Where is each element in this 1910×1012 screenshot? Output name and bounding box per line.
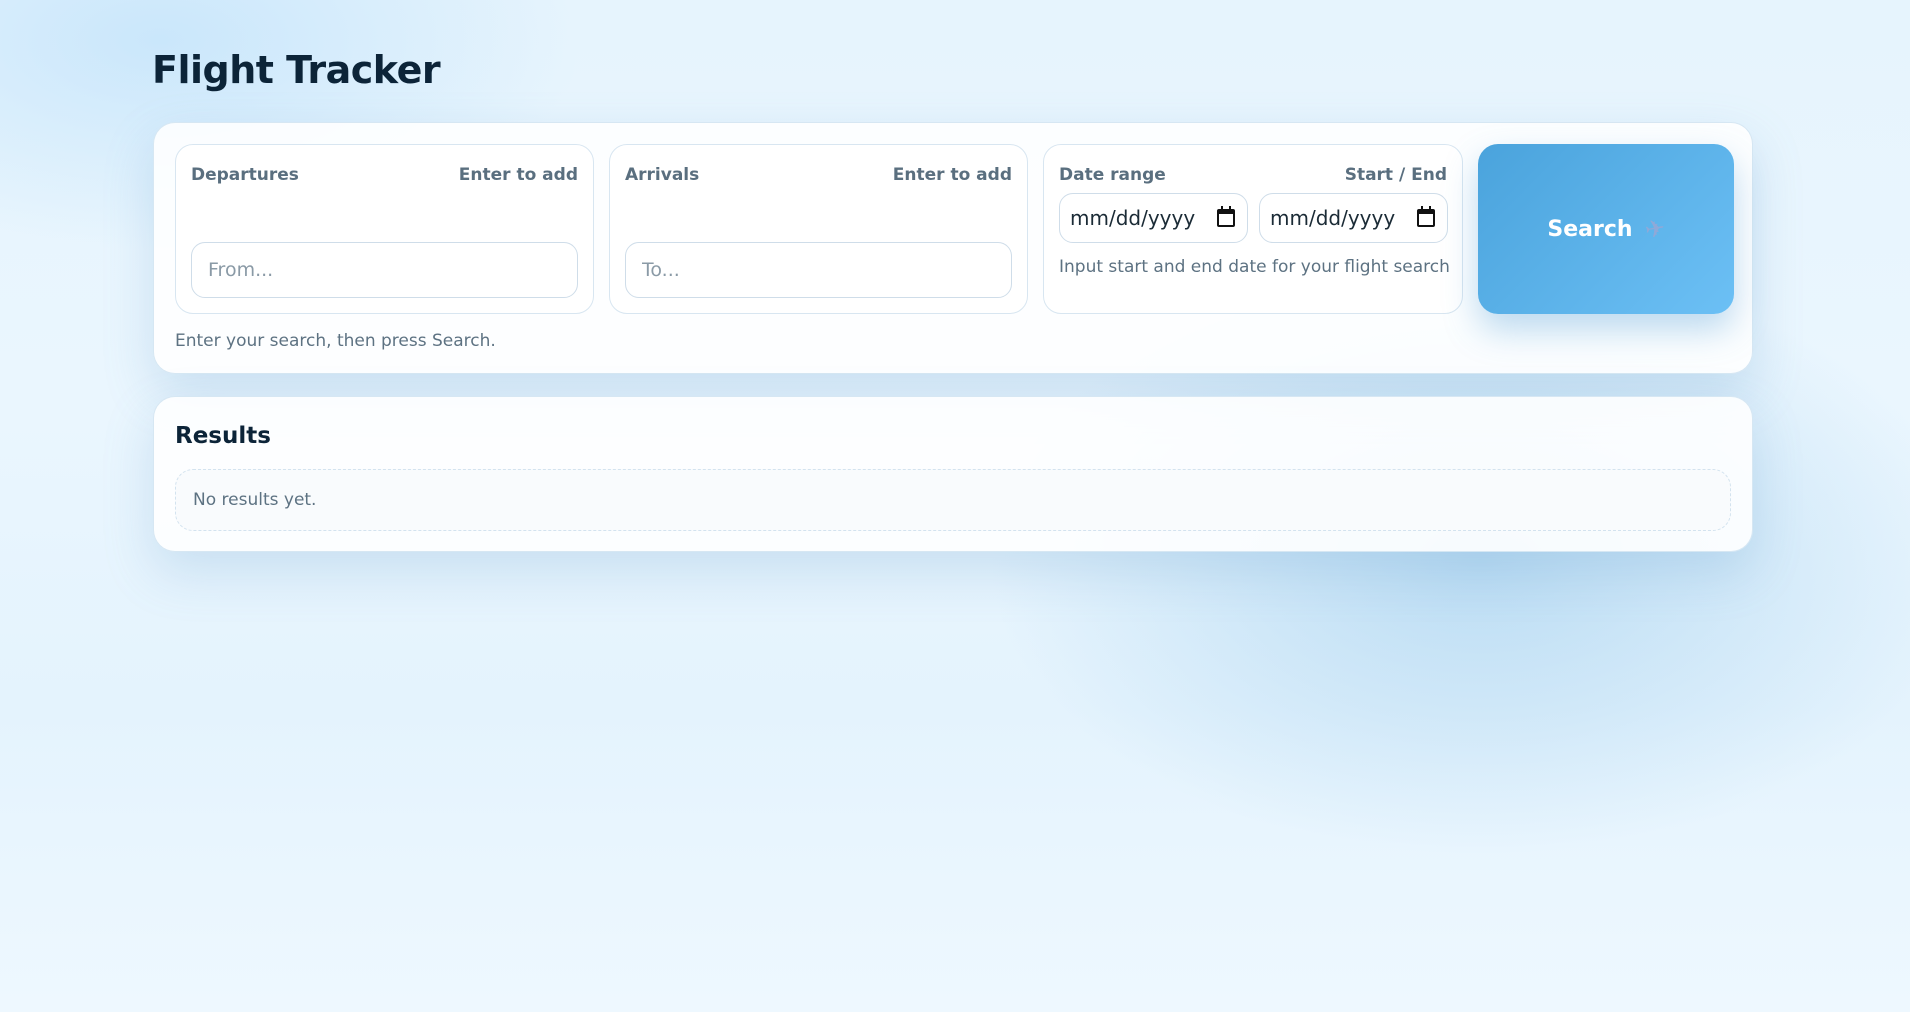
start-date-value: mm/dd/yyyy — [1070, 206, 1196, 230]
date-range-hint: Start / End — [1344, 165, 1447, 185]
results-title: Results — [175, 423, 271, 449]
results-panel: Results No results yet. — [153, 396, 1753, 552]
arrivals-input[interactable] — [625, 242, 1012, 298]
search-panel: Departures Enter to add Arrivals Enter t… — [153, 122, 1753, 374]
date-range-note: Input start and end date for your flight… — [1059, 257, 1450, 277]
arrivals-label: Arrivals — [625, 165, 700, 185]
date-range-field-group: Date range Start / End mm/dd/yyyy mm/dd/… — [1043, 144, 1463, 314]
end-date-input[interactable]: mm/dd/yyyy — [1259, 193, 1448, 243]
arrivals-field-group: Arrivals Enter to add — [609, 144, 1028, 314]
end-date-value: mm/dd/yyyy — [1270, 206, 1396, 230]
arrivals-hint: Enter to add — [892, 165, 1012, 185]
departures-label: Departures — [191, 165, 299, 185]
results-empty-state: No results yet. — [175, 469, 1731, 531]
date-range-label: Date range — [1059, 165, 1166, 185]
departures-field-group: Departures Enter to add — [175, 144, 594, 314]
search-button[interactable]: Search ✈ — [1478, 144, 1734, 314]
start-date-input[interactable]: mm/dd/yyyy — [1059, 193, 1248, 243]
departures-input[interactable] — [191, 242, 578, 298]
calendar-icon[interactable] — [1217, 206, 1235, 227]
page-title: Flight Tracker — [152, 48, 441, 92]
results-empty-text: No results yet. — [193, 490, 317, 510]
airplane-icon: ✈ — [1642, 213, 1667, 245]
departures-hint: Enter to add — [458, 165, 578, 185]
calendar-icon[interactable] — [1417, 206, 1435, 227]
search-button-label: Search — [1547, 216, 1633, 242]
search-instructions: Enter your search, then press Search. — [175, 331, 496, 351]
